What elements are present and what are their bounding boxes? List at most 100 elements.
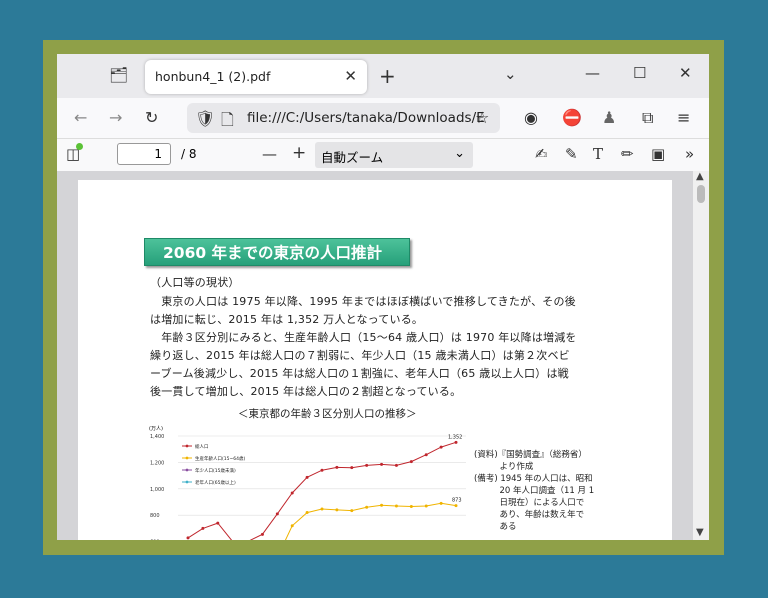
data-point-total <box>350 466 354 470</box>
data-point-working <box>439 501 443 505</box>
close-tab-icon[interactable]: ✕ <box>344 67 357 85</box>
forward-icon[interactable]: → <box>109 108 122 127</box>
note-line: より作成 <box>474 462 534 472</box>
page-icon: 🗋 <box>221 110 234 129</box>
population-chart: (万人)1,4001,2001,000800600総人口生産年齢人口(15~64… <box>149 426 466 540</box>
data-point-working <box>424 504 428 508</box>
data-point-total <box>454 440 458 444</box>
note-line: (資料)『国勢調査』（総務省） <box>474 450 587 460</box>
data-point-working <box>290 524 294 528</box>
zoom-out-icon[interactable]: — <box>262 145 277 163</box>
zoom-in-icon[interactable]: + <box>292 143 306 163</box>
nav-bar: ← → ↻ 🛡 🗋 file:///C:/Users/tanaka/Downlo… <box>57 98 709 138</box>
data-label-total: 1,352 <box>448 434 462 440</box>
data-point-working <box>380 503 384 507</box>
tab-pdf[interactable]: honbun4_1 (2).pdf ✕ <box>145 60 367 94</box>
tab-list-icon[interactable]: 🗂 <box>109 66 128 84</box>
data-point-working <box>365 505 369 509</box>
browser-window: 🗂 honbun4_1 (2).pdf ✕ + ⌄ — ☐ ✕ ← → ↻ 🛡 … <box>57 54 709 540</box>
draw-icon[interactable]: ✏ <box>621 145 634 163</box>
page-number-input[interactable]: 1 <box>117 143 171 165</box>
text-tool-icon[interactable]: T <box>593 145 603 163</box>
data-point-total <box>216 521 220 525</box>
legend-marker <box>185 444 189 448</box>
legend-entry: 総人口 <box>195 443 209 450</box>
zoom-select[interactable]: 自動ズーム ⌄ <box>315 142 473 168</box>
note-line: あり、年齢は数え年で <box>474 510 585 520</box>
pdf-viewer: 2060 年までの東京の人口推計 （人口等の現状） 東京の人口は 1975 年以… <box>57 171 709 540</box>
data-label-working: 873 <box>452 498 462 504</box>
url-text[interactable]: file:///C:/Users/tanaka/Downloads/E <box>247 110 492 126</box>
data-point-total <box>409 460 413 464</box>
scrollbar[interactable]: ▲ ▼ <box>693 171 709 540</box>
note-line: ある <box>474 522 517 532</box>
sidebar-badge <box>76 143 83 150</box>
note-line: 日現在）による人口で <box>474 498 585 508</box>
data-point-total <box>290 491 294 495</box>
legend-entry: 生産年齢人口(15~64歳) <box>195 455 245 462</box>
highlight-icon[interactable]: ✎ <box>565 145 578 163</box>
extension-icon[interactable]: ♟ <box>602 108 616 127</box>
data-point-total <box>380 462 384 466</box>
image-icon[interactable]: ▣ <box>651 145 665 163</box>
data-point-total <box>320 468 324 472</box>
zoom-value: 自動ズーム <box>321 150 384 165</box>
back-icon[interactable]: ← <box>74 108 87 127</box>
body-line: ーブーム後減少し、2015 年は総人口の１割強に、老年人口（65 歳以上人口）は… <box>150 367 569 380</box>
data-point-total <box>394 463 398 467</box>
data-point-working <box>305 511 309 515</box>
account-icon[interactable]: ◉ <box>524 108 538 127</box>
scroll-down-icon[interactable]: ▼ <box>696 527 704 538</box>
note-line: 20 年人口調査（11 月 1 <box>474 486 595 496</box>
note-line: (備考) 1945 年の人口は、昭和 <box>474 474 593 484</box>
data-point-total <box>335 465 339 469</box>
legend-marker <box>185 480 189 484</box>
document-heading: 2060 年までの東京の人口推計 <box>144 238 410 266</box>
more-tools-icon[interactable]: » <box>685 145 694 163</box>
y-tick-label: 800 <box>150 513 160 519</box>
new-tab-icon[interactable]: + <box>379 64 396 88</box>
shield-icon[interactable]: 🛡 <box>195 109 215 128</box>
signature-icon[interactable]: ✍ <box>535 145 548 163</box>
body-line: 後一貫して増加し、2015 年は総人口の２割超となっている。 <box>150 385 462 398</box>
chevron-down-icon: ⌄ <box>454 146 465 161</box>
body-line: 年齢３区分別にみると、生産年齢人口（15～64 歳人口）は 1970 年以降は増… <box>150 331 577 344</box>
data-point-total <box>275 512 279 516</box>
data-point-total <box>424 453 428 457</box>
data-point-total <box>260 532 264 536</box>
body-line: は増加に転じ、2015 年は 1,352 万人となっている。 <box>150 313 424 326</box>
maximize-icon[interactable]: ☐ <box>633 64 646 82</box>
page-total: / 8 <box>181 147 197 161</box>
bookmark-star-icon[interactable]: ☆ <box>475 108 489 127</box>
y-axis-label: (万人) <box>149 426 163 432</box>
series-line-working <box>284 502 457 540</box>
menu-icon[interactable]: ≡ <box>677 108 690 127</box>
close-window-icon[interactable]: ✕ <box>679 64 692 82</box>
url-bar[interactable]: 🛡 🗋 file:///C:/Users/tanaka/Downloads/E <box>187 103 500 133</box>
data-point-total <box>305 475 309 479</box>
y-tick-label: 1,000 <box>150 487 164 493</box>
data-point-working <box>409 504 413 508</box>
chevron-down-icon[interactable]: ⌄ <box>504 65 517 83</box>
y-tick-label: 1,200 <box>150 460 164 466</box>
section-label: （人口等の現状） <box>150 276 240 289</box>
body-line: 東京の人口は 1975 年以降、1995 年まではほぼ横ばいで推移してきたが、そ… <box>150 295 576 308</box>
chart-title: ＜東京都の年齢３区分別人口の推移＞ <box>238 408 417 420</box>
legend-marker <box>185 468 189 472</box>
legend-entry: 年少人口(15歳未満) <box>195 467 236 474</box>
data-point-total <box>201 526 205 530</box>
scroll-up-icon[interactable]: ▲ <box>696 171 704 182</box>
minimize-icon[interactable]: — <box>585 64 600 82</box>
reload-icon[interactable]: ↻ <box>145 108 158 127</box>
data-point-working <box>394 504 398 508</box>
extension-block-icon[interactable]: ⛔ <box>562 108 582 127</box>
tab-strip: 🗂 honbun4_1 (2).pdf ✕ + ⌄ — ☐ ✕ <box>57 54 709 98</box>
extensions-puzzle-icon[interactable]: ⧉ <box>642 108 653 128</box>
legend-entry: 老年人口(65歳以上) <box>195 479 236 486</box>
body-line: 繰り返し、2015 年は総人口の７割弱に、年少人口（15 歳未満人口）は第２次ベ… <box>150 349 570 362</box>
data-point-working <box>350 509 354 513</box>
data-point-total <box>439 445 443 449</box>
tab-title: honbun4_1 (2).pdf <box>155 69 271 84</box>
scroll-thumb[interactable] <box>697 185 705 203</box>
pdf-toolbar: ◫ 1 / 8 — + 自動ズーム ⌄ ✍ ✎ T ✏ ▣ » <box>57 138 709 172</box>
